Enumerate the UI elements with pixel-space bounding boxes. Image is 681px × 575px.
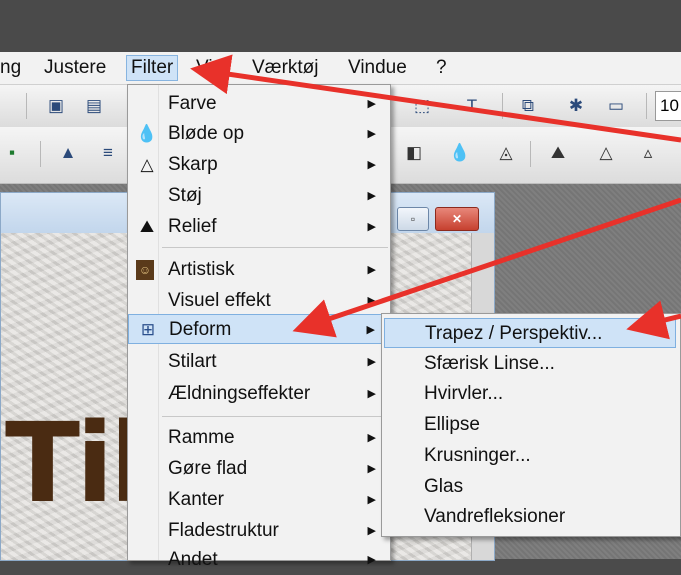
arrow-to-trapez bbox=[626, 300, 681, 340]
arrow-to-deform bbox=[292, 197, 681, 338]
arrow-to-filter bbox=[190, 54, 681, 143]
annotation-arrows bbox=[190, 54, 681, 340]
